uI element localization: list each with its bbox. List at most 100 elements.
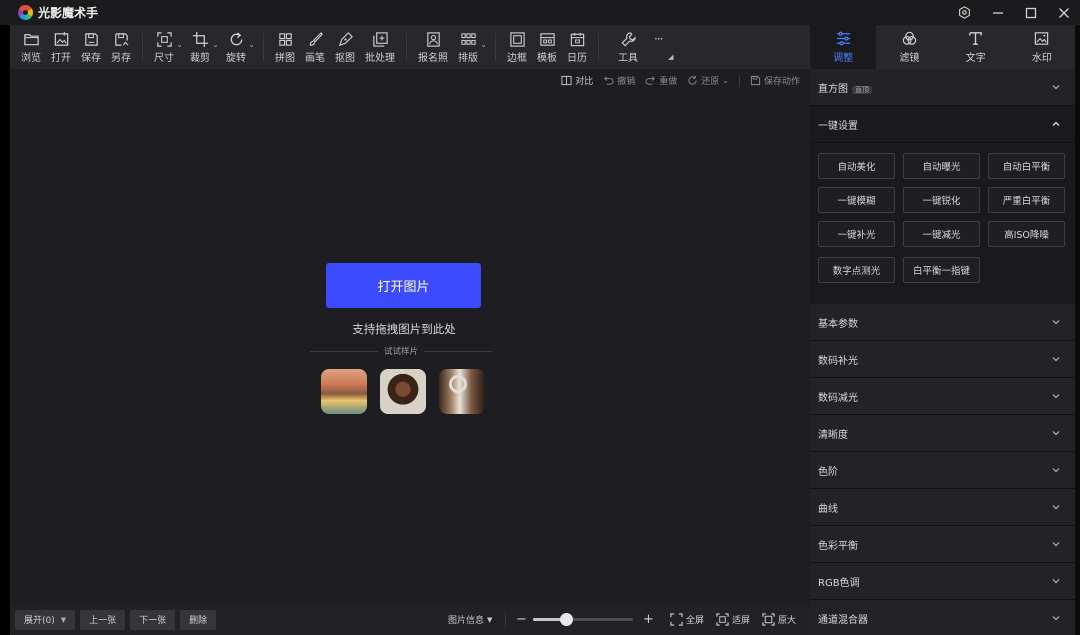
chevron-down-icon[interactable]: ⌄: [480, 40, 487, 49]
tab-text-label: 文字: [965, 53, 986, 64]
expand-filmstrip-button[interactable]: 展开(0) ▼: [15, 609, 76, 630]
preset-box: 自动美化 自动曝光 自动白平衡一键模糊 一键锐化 严重白平衡一键补光 一键减光 高ISO降噪…: [810, 143, 1075, 304]
tools-button[interactable]: 工具: [613, 25, 643, 69]
section-title: RGB色调: [818, 577, 860, 589]
section-item[interactable]: 清晰度: [810, 415, 1075, 452]
chevron-down-icon[interactable]: ⌄: [248, 40, 255, 49]
preset-button[interactable]: 高ISO降噪: [988, 221, 1065, 247]
chevron-down-icon[interactable]: ⌄: [722, 76, 729, 85]
redo-button[interactable]: 重做: [645, 74, 677, 87]
divider-line: [424, 350, 493, 352]
size-label: 尺寸: [154, 52, 174, 64]
layout-button[interactable]: 排版 ⌄: [453, 25, 487, 69]
size-button[interactable]: 尺寸 ⌄: [149, 25, 183, 69]
tab-filter[interactable]: 滤镜: [876, 25, 942, 69]
canvas-area[interactable]: 对比 撤销 重做 还原 ⌄ 保存动作 打开图片 支持拖拽图片到此处 试试样片: [10, 69, 810, 604]
preset-button[interactable]: 自动曝光: [903, 153, 980, 179]
browse-button[interactable]: 浏览: [16, 25, 46, 69]
calendar-button[interactable]: 日历: [562, 25, 592, 69]
collage-button[interactable]: 拼图: [270, 25, 300, 69]
chevron-down-icon[interactable]: ⌄: [212, 40, 219, 49]
layout-label: 排版: [458, 52, 478, 64]
preset-button[interactable]: 一键锐化: [903, 187, 980, 213]
minimize-icon[interactable]: [981, 0, 1014, 25]
app-logo-icon: [18, 5, 33, 20]
section-item[interactable]: 曲线: [810, 489, 1075, 526]
section-item[interactable]: 数码补光: [810, 341, 1075, 378]
fullscreen-button[interactable]: 全屏: [670, 613, 704, 626]
sample-thumbnail-1[interactable]: [321, 369, 367, 414]
sample-thumbnail-2[interactable]: [380, 369, 426, 414]
subbar-divider: [738, 74, 740, 87]
more-button[interactable]: ··· ◢: [649, 25, 673, 69]
section-item[interactable]: 色阶: [810, 452, 1075, 489]
save-as-button[interactable]: 另存: [106, 25, 136, 69]
preset-button[interactable]: 一键减光: [903, 221, 980, 247]
preset-button[interactable]: 自动白平衡: [988, 153, 1065, 179]
prev-image-button[interactable]: 上一张: [80, 609, 126, 630]
chevron-down-icon: [1052, 505, 1060, 510]
compare-button[interactable]: 对比: [561, 74, 593, 87]
crop-button[interactable]: 裁剪 ⌄: [185, 25, 219, 69]
next-image-button[interactable]: 下一张: [130, 609, 176, 630]
preset-button[interactable]: 数字点测光: [818, 257, 895, 283]
cutout-button[interactable]: 抠图: [330, 25, 360, 69]
section-title: 色彩平衡: [818, 540, 858, 552]
image-info-button[interactable]: 图片信息 ▼: [448, 613, 492, 627]
save-action-icon: [750, 75, 761, 86]
tab-watermark-label: 水印: [1031, 53, 1052, 64]
save-action-label: 保存动作: [763, 77, 800, 87]
section-item[interactable]: 通道混合器: [810, 600, 1075, 635]
save-button[interactable]: 保存: [76, 25, 106, 69]
fit-screen-button[interactable]: 适屏: [716, 613, 750, 626]
section-item[interactable]: 色彩平衡: [810, 526, 1075, 563]
delete-button[interactable]: 删除: [180, 609, 217, 630]
preset-button[interactable]: 一键补光: [818, 221, 895, 247]
template-button[interactable]: 模板: [532, 25, 562, 69]
preset-button[interactable]: 严重白平衡: [988, 187, 1065, 213]
section-title: 曲线: [818, 503, 838, 515]
close-icon[interactable]: [1047, 0, 1080, 25]
zoom-slider-handle[interactable]: [560, 613, 573, 626]
sample-thumbnail-3[interactable]: [439, 369, 485, 414]
zoom-slider[interactable]: [533, 613, 633, 626]
undo-button[interactable]: 撤销: [603, 74, 635, 87]
fit-screen-icon: [716, 613, 729, 626]
border-button[interactable]: 边框: [502, 25, 532, 69]
maximize-icon[interactable]: [1014, 0, 1047, 25]
panel-tabs: 调整 滤镜 文字 水印: [810, 25, 1075, 69]
section-item[interactable]: 数码减光: [810, 378, 1075, 415]
chevron-up-icon: [1052, 121, 1060, 126]
open-image-button[interactable]: 打开图片: [326, 263, 481, 308]
preset-button[interactable]: 白平衡一指键: [903, 257, 980, 283]
section-one-click[interactable]: 一键设置: [810, 106, 1075, 143]
crop-icon: [192, 31, 208, 47]
chevron-down-icon[interactable]: ⌄: [176, 40, 183, 49]
zoom-in-button[interactable]: +: [643, 612, 654, 627]
original-size-button[interactable]: 原大: [762, 613, 796, 626]
chevron-down-icon: [1052, 579, 1060, 584]
id-photo-button[interactable]: 报名照: [413, 25, 453, 69]
main-toolbar: 浏览 打开 保存 另存 尺寸 ⌄ 裁剪 ⌄ 旋转 ⌄ 拼图 画笔 抠图 批处理 …: [10, 25, 810, 69]
folder-icon: [23, 33, 39, 45]
section-histogram[interactable]: 直方图 直顶: [810, 69, 1075, 106]
zoom-out-button[interactable]: −: [516, 612, 527, 627]
section-item[interactable]: 基本参数: [810, 304, 1075, 341]
brush-button[interactable]: 画笔: [300, 25, 330, 69]
tab-adjust[interactable]: 调整: [810, 25, 877, 69]
preset-button[interactable]: 一键模糊: [818, 187, 895, 213]
calendar-icon: [570, 32, 584, 46]
section-item[interactable]: RGB色调: [810, 563, 1075, 600]
batch-button[interactable]: 批处理: [360, 25, 400, 69]
rotate-button[interactable]: 旋转 ⌄: [221, 25, 255, 69]
settings-icon[interactable]: [948, 0, 981, 25]
save-action-button[interactable]: 保存动作: [750, 74, 800, 87]
window-edge: [1075, 25, 1080, 635]
tools-label: 工具: [618, 52, 638, 64]
tab-watermark[interactable]: 水印: [1009, 25, 1075, 69]
open-button[interactable]: 打开: [46, 25, 76, 69]
preset-button[interactable]: 自动美化: [818, 153, 895, 179]
toolbar-divider: [598, 33, 599, 61]
tab-text[interactable]: 文字: [943, 25, 1009, 69]
restore-button[interactable]: 还原 ⌄: [687, 74, 729, 87]
